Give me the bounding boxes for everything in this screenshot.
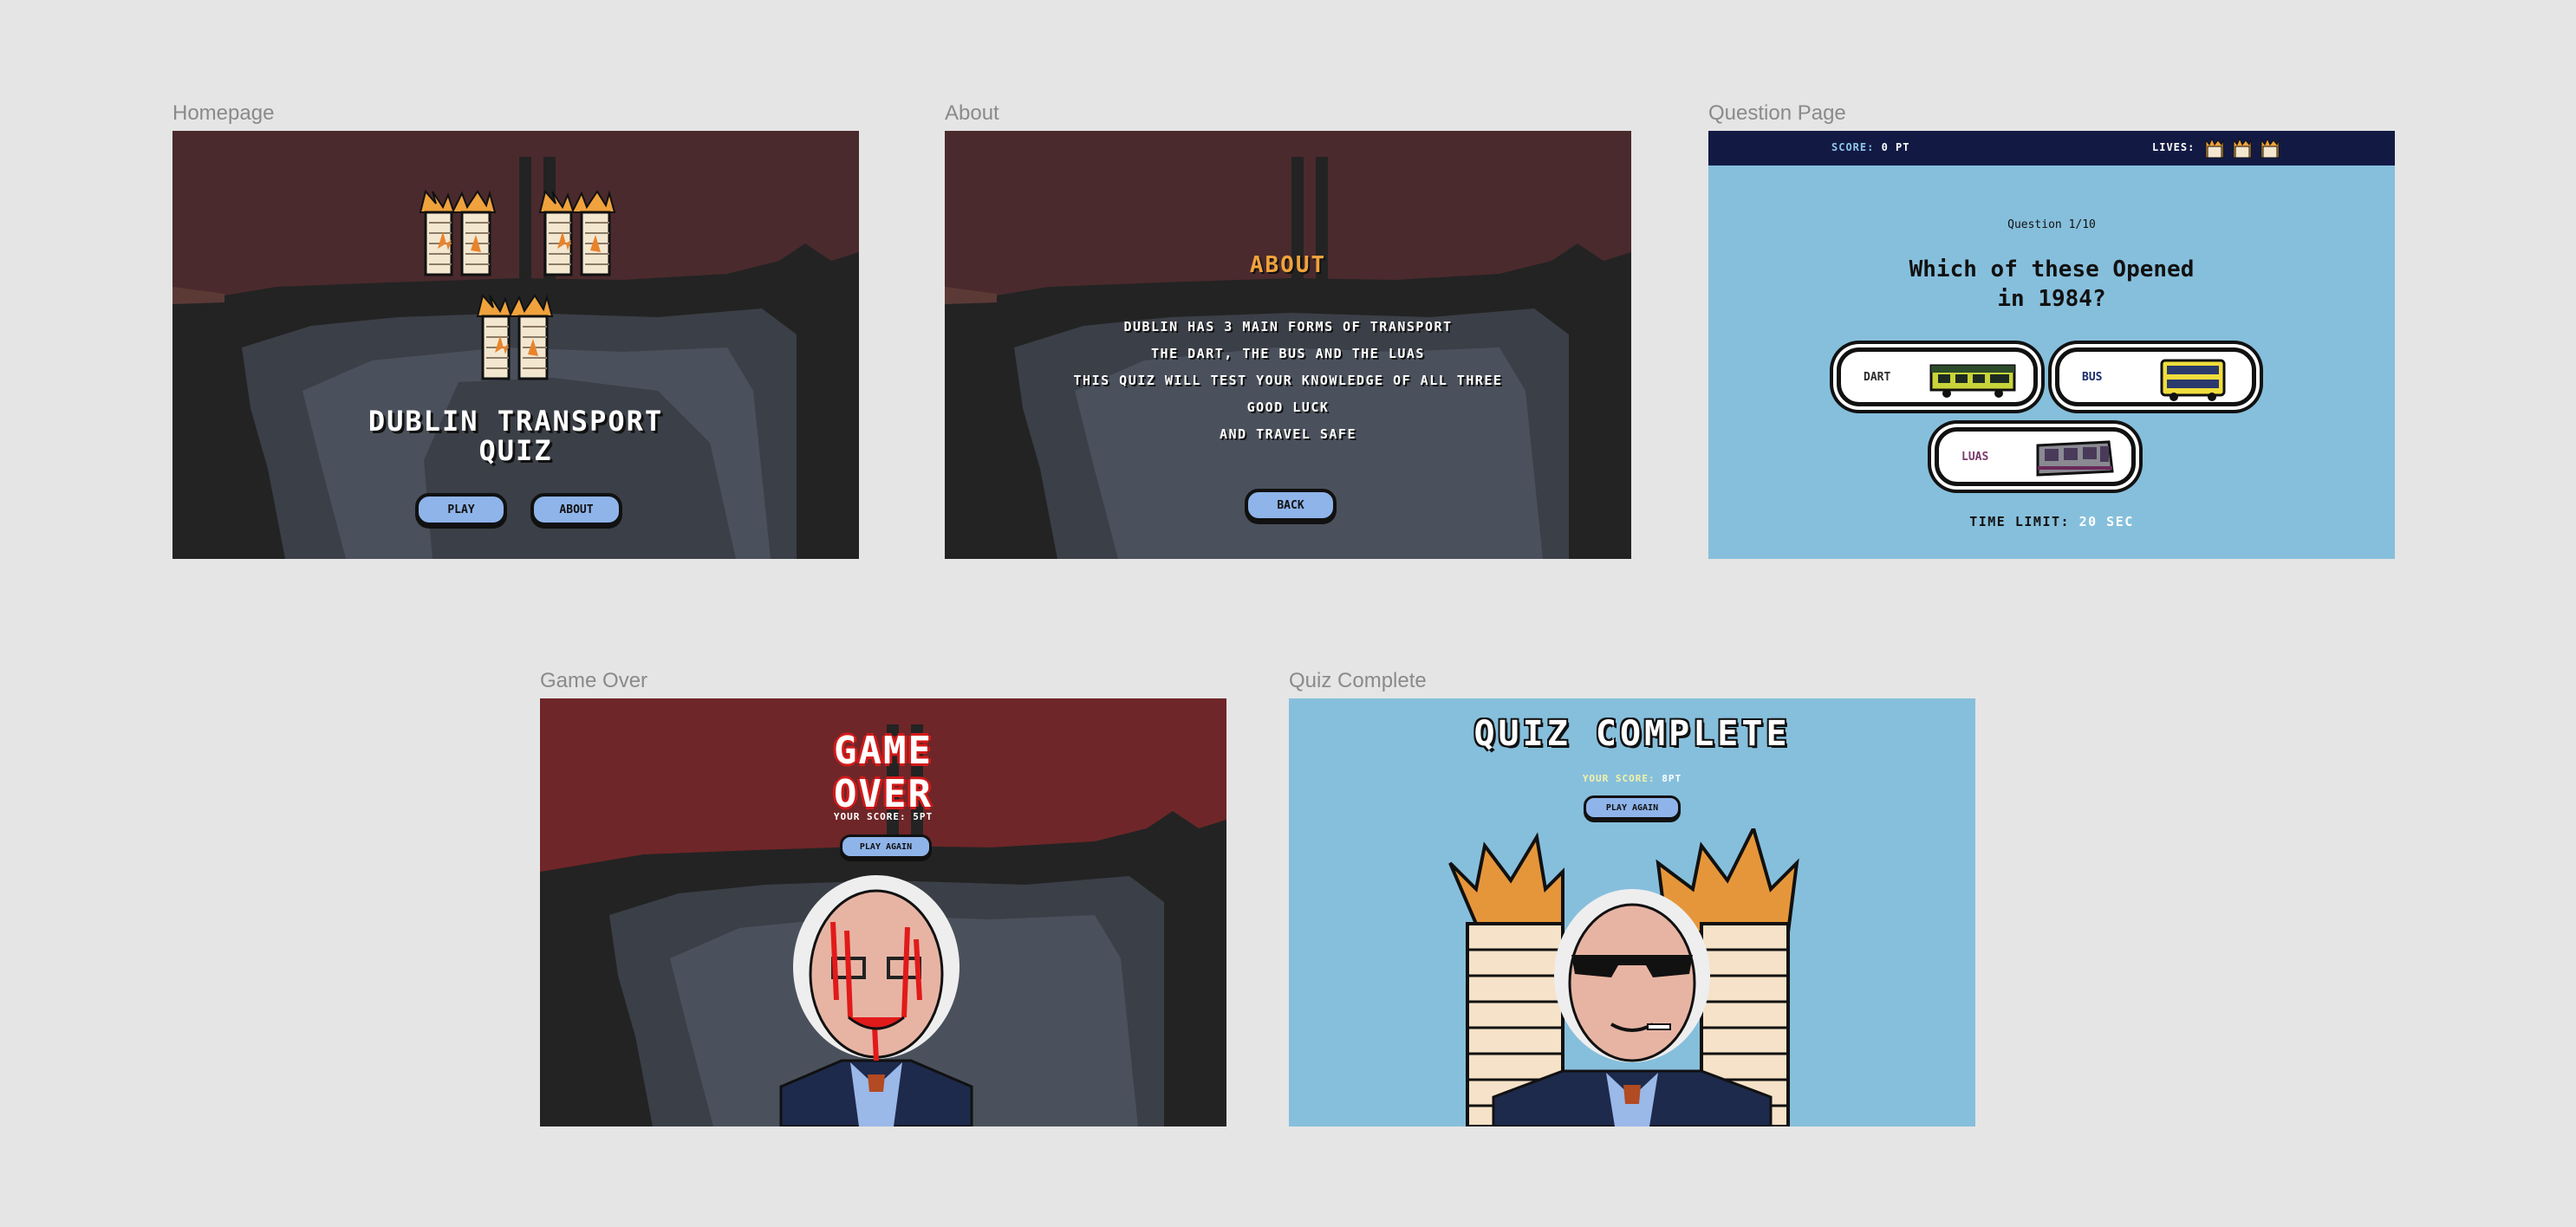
complete-score-label: YOUR SCORE: xyxy=(1582,773,1656,784)
complete-frame: QUIZ COMPLETE YOUR SCORE: 8PT PLAY AGAIN xyxy=(1289,698,1975,1126)
bus-icon xyxy=(2160,359,2226,401)
complete-score: YOUR SCORE: 8PT xyxy=(1289,773,1975,784)
frame-label-complete: Quiz Complete xyxy=(1289,669,1427,692)
life-tower-icon xyxy=(2233,137,2252,159)
time-label: TIME LIMIT: xyxy=(1969,514,2071,529)
about-frame: ABOUT DUBLIN HAS 3 MAIN FORMS OF TRANSPO… xyxy=(945,131,1631,559)
answer-bus-button[interactable]: BUS xyxy=(2055,347,2256,406)
lives-display xyxy=(2205,137,2280,159)
about-line: DUBLIN HAS 3 MAIN FORMS OF TRANSPORT xyxy=(1123,319,1453,334)
burning-tower-icon xyxy=(476,293,554,380)
about-heading: ABOUT xyxy=(1249,252,1327,278)
life-tower-icon xyxy=(2205,137,2224,159)
question-text: Which of these Opened in 1984? xyxy=(1708,255,2395,314)
homepage-frame: DUBLIN TRANSPORT QUIZ PLAY ABOUT xyxy=(172,131,859,559)
home-title-line2: QUIZ xyxy=(478,434,553,467)
about-body: DUBLIN HAS 3 MAIN FORMS OF TRANSPORT THE… xyxy=(945,314,1631,448)
score-display: SCORE: 0 PT xyxy=(1831,141,1910,153)
status-bar: SCORE: 0 PT LIVES: xyxy=(1708,131,2395,166)
burning-tower-icon xyxy=(538,189,616,276)
answer-bus-label: BUS xyxy=(2082,370,2103,384)
answer-luas-button[interactable]: LUAS xyxy=(1935,427,2136,486)
about-line: AND TRAVEL SAFE xyxy=(1220,426,1356,442)
lives-label: LIVES: xyxy=(2152,141,2195,153)
answer-dart-label: DART xyxy=(1864,370,1891,384)
home-title: DUBLIN TRANSPORT QUIZ xyxy=(172,406,859,465)
score-value: 0 PT xyxy=(1881,141,1910,153)
question-line1: Which of these Opened xyxy=(1909,256,2195,282)
complete-title: QUIZ COMPLETE xyxy=(1473,714,1791,754)
about-line: GOOD LUCK xyxy=(1246,399,1330,415)
about-button[interactable]: ABOUT xyxy=(530,493,622,526)
gameover-title-line2: OVER xyxy=(834,772,933,816)
complete-score-value: 8PT xyxy=(1662,773,1682,784)
question-counter: Question 1/10 xyxy=(2007,218,2096,231)
about-line: THIS QUIZ WILL TEST YOUR KNOWLEDGE OF AL… xyxy=(1073,373,1503,388)
gameover-title-line1: GAME xyxy=(834,729,933,773)
life-tower-icon xyxy=(2261,137,2280,159)
burning-towers-illustration xyxy=(1448,828,1799,1126)
time-limit: TIME LIMIT: 20 SEC xyxy=(1708,514,2395,529)
complete-play-again-button[interactable]: PLAY AGAIN xyxy=(1584,795,1681,820)
dart-train-icon xyxy=(1929,364,2016,398)
frame-label-about: About xyxy=(945,101,999,125)
gameover-play-again-button[interactable]: PLAY AGAIN xyxy=(840,834,932,859)
frame-label-question: Question Page xyxy=(1708,101,1846,125)
play-button[interactable]: PLAY xyxy=(415,493,507,526)
home-title-line1: DUBLIN TRANSPORT xyxy=(368,405,664,438)
back-button[interactable]: BACK xyxy=(1245,489,1337,522)
gameover-score: YOUR SCORE: 5PT xyxy=(833,811,933,822)
score-label: SCORE: xyxy=(1831,141,1875,153)
gameover-frame: GAME OVER YOUR SCORE: 5PT PLAY AGAIN xyxy=(540,698,1226,1126)
question-line2: in 1984? xyxy=(1997,286,2106,312)
about-line: THE DART, THE BUS AND THE LUAS xyxy=(1151,346,1425,361)
frame-label-home: Homepage xyxy=(172,101,275,125)
question-frame: SCORE: 0 PT LIVES: Question 1/10 Which o… xyxy=(1708,131,2395,559)
time-value: 20 SEC xyxy=(2078,514,2134,529)
politician-portrait xyxy=(779,875,973,1126)
answer-luas-label: LUAS xyxy=(1961,450,1989,464)
luas-tram-icon xyxy=(2036,440,2114,477)
frame-label-gameover: Game Over xyxy=(540,669,648,692)
burning-tower-icon xyxy=(419,189,497,276)
answer-dart-button[interactable]: DART xyxy=(1837,347,2038,406)
gameover-title: GAME OVER xyxy=(540,730,1226,816)
